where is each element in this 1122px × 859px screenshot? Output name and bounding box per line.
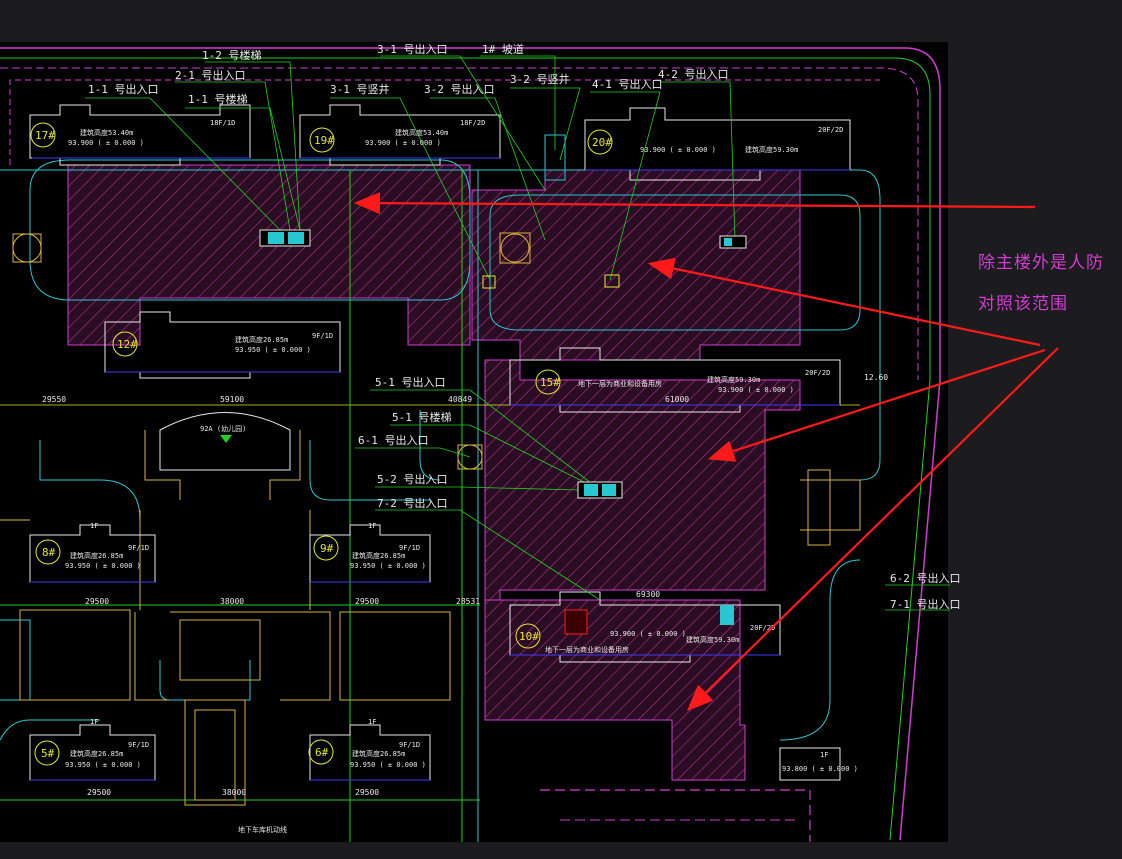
floors-9: 9F/1D <box>399 544 420 552</box>
floors-17: 18F/1D <box>210 119 235 127</box>
height-12: 建筑高度26.85m <box>235 335 288 344</box>
height-15: 建筑高度59.30m <box>707 375 760 384</box>
label-5-1-exit: 5-1 号出入口 <box>375 375 446 389</box>
label-2-1-exit: 2-1 号出入口 <box>175 68 246 82</box>
label-1-ramp: 1# 坡道 <box>482 42 524 56</box>
building-8-label: 8# <box>42 546 56 559</box>
building-9-label: 9# <box>320 542 334 555</box>
elev-15: 93.900 ( ± 0.000 ) <box>718 386 794 394</box>
garage-route-note: 地下车库机动线 <box>238 825 287 834</box>
dim-28531: 28531 <box>456 597 480 606</box>
elev-12: 93.950 ( ± 0.000 ) <box>235 346 311 354</box>
label-3-2-exit: 3-2 号出入口 <box>424 82 495 96</box>
label-1-1-exit: 1-1 号出入口 <box>88 82 159 96</box>
floors-12: 9F/1D <box>312 332 333 340</box>
elev-20: 93.900 ( ± 0.000 ) <box>640 146 716 154</box>
label-1-2-stair: 1-2 号楼梯 <box>202 48 262 62</box>
label-7-1-exit: 7-1 号出入口 <box>890 597 961 611</box>
label-5-2-exit: 5-2 号出入口 <box>377 472 448 486</box>
label-7-2-exit: 7-2 号出入口 <box>377 496 448 510</box>
dim-12-60: 12.60 <box>864 373 888 382</box>
dim-69300: 69300 <box>636 590 660 599</box>
one-f-9: 1F <box>368 522 376 530</box>
elev-5: 93.950 ( ± 0.000 ) <box>65 761 141 769</box>
label-4-1-exit: 4-1 号出入口 <box>592 77 663 91</box>
basement-note-15: 地下一层为商业和设备用房 <box>578 379 662 388</box>
site-plan-drawing: 17# 19# 20# 12# 15# 8# 9# 10# 5# 6# 1-2 … <box>0 42 1059 842</box>
building-17-label: 17# <box>35 129 55 142</box>
building-19-label: 19# <box>314 134 334 147</box>
cad-viewport[interactable]: 17# 19# 20# 12# 15# 8# 9# 10# 5# 6# 1-2 … <box>0 0 1122 859</box>
one-f-6: 1F <box>368 718 376 726</box>
label-4-2-exit: 4-2 号出入口 <box>658 67 729 81</box>
height-19: 建筑高度53.40m <box>395 128 448 137</box>
floors-5: 9F/1D <box>128 741 149 749</box>
height-20: 建筑高度59.30m <box>745 145 798 154</box>
label-3-1-shaft: 3-1 号竖井 <box>330 82 390 96</box>
dim-29500b: 29500 <box>355 597 379 606</box>
floors-8: 9F/1D <box>128 544 149 552</box>
dim-29500a: 29500 <box>85 597 109 606</box>
label-3-2-shaft: 3-2 号竖井 <box>510 72 570 86</box>
elev-8: 93.950 ( ± 0.000 ) <box>65 562 141 570</box>
dim-38000: 38000 <box>220 597 244 606</box>
dim-40849: 40849 <box>448 395 472 404</box>
elev-17: 93.900 ( ± 0.000 ) <box>68 139 144 147</box>
dim-59100: 59100 <box>220 395 244 404</box>
floors-19: 18F/2D <box>460 119 485 127</box>
annotation-line2: 对照该范围 <box>978 294 1068 314</box>
basement-note-10: 地下一层为商业和设备用房 <box>545 645 629 654</box>
label-6-2-exit: 6-2 号出入口 <box>890 571 961 585</box>
annotation-line1: 除主楼外是人防 <box>978 253 1104 273</box>
elev-9: 93.950 ( ± 0.000 ) <box>350 562 426 570</box>
kindergarten-label: 92A (幼儿园) <box>200 424 246 433</box>
label-3-1-exit: 3-1 号出入口 <box>377 42 448 56</box>
elev-kiosk: 93.800 ( ± 0.000 ) <box>782 765 858 773</box>
floors-15: 20F/2D <box>805 369 830 377</box>
building-6-label: 6# <box>315 746 329 759</box>
dim-29550: 29550 <box>42 395 66 404</box>
height-5: 建筑高度26.85m <box>70 749 123 758</box>
building-5-label: 5# <box>41 747 55 760</box>
elev-10: 93.900 ( ± 0.000 ) <box>610 630 686 638</box>
building-12-label: 12# <box>117 338 137 351</box>
height-8: 建筑高度26.85m <box>70 551 123 560</box>
dim-29500c: 29500 <box>87 788 111 797</box>
floors-20: 20F/2D <box>818 126 843 134</box>
dim-61000: 61000 <box>665 395 689 404</box>
height-17: 建筑高度53.40m <box>80 128 133 137</box>
label-6-1-exit: 6-1 号出入口 <box>358 433 429 447</box>
height-6: 建筑高度26.85m <box>352 749 405 758</box>
height-10: 建筑高度59.30m <box>686 635 739 644</box>
dim-29500d: 29500 <box>355 788 379 797</box>
elev-19: 93.900 ( ± 0.000 ) <box>365 139 441 147</box>
building-20-label: 20# <box>592 136 612 149</box>
one-f-8: 1F <box>90 522 98 530</box>
one-f-5: 1F <box>90 718 98 726</box>
label-1-1-stair: 1-1 号楼梯 <box>188 92 248 106</box>
label-5-1-stair: 5-1 号楼梯 <box>392 410 452 424</box>
one-f-kiosk: 1F <box>820 751 828 759</box>
height-9: 建筑高度26.85m <box>352 551 405 560</box>
dim-38000b: 38000 <box>222 788 246 797</box>
floors-6: 9F/1D <box>399 741 420 749</box>
drawing-area <box>0 42 948 842</box>
elev-6: 93.950 ( ± 0.000 ) <box>350 761 426 769</box>
building-10-label: 10# <box>519 630 539 643</box>
building-15-label: 15# <box>540 376 560 389</box>
